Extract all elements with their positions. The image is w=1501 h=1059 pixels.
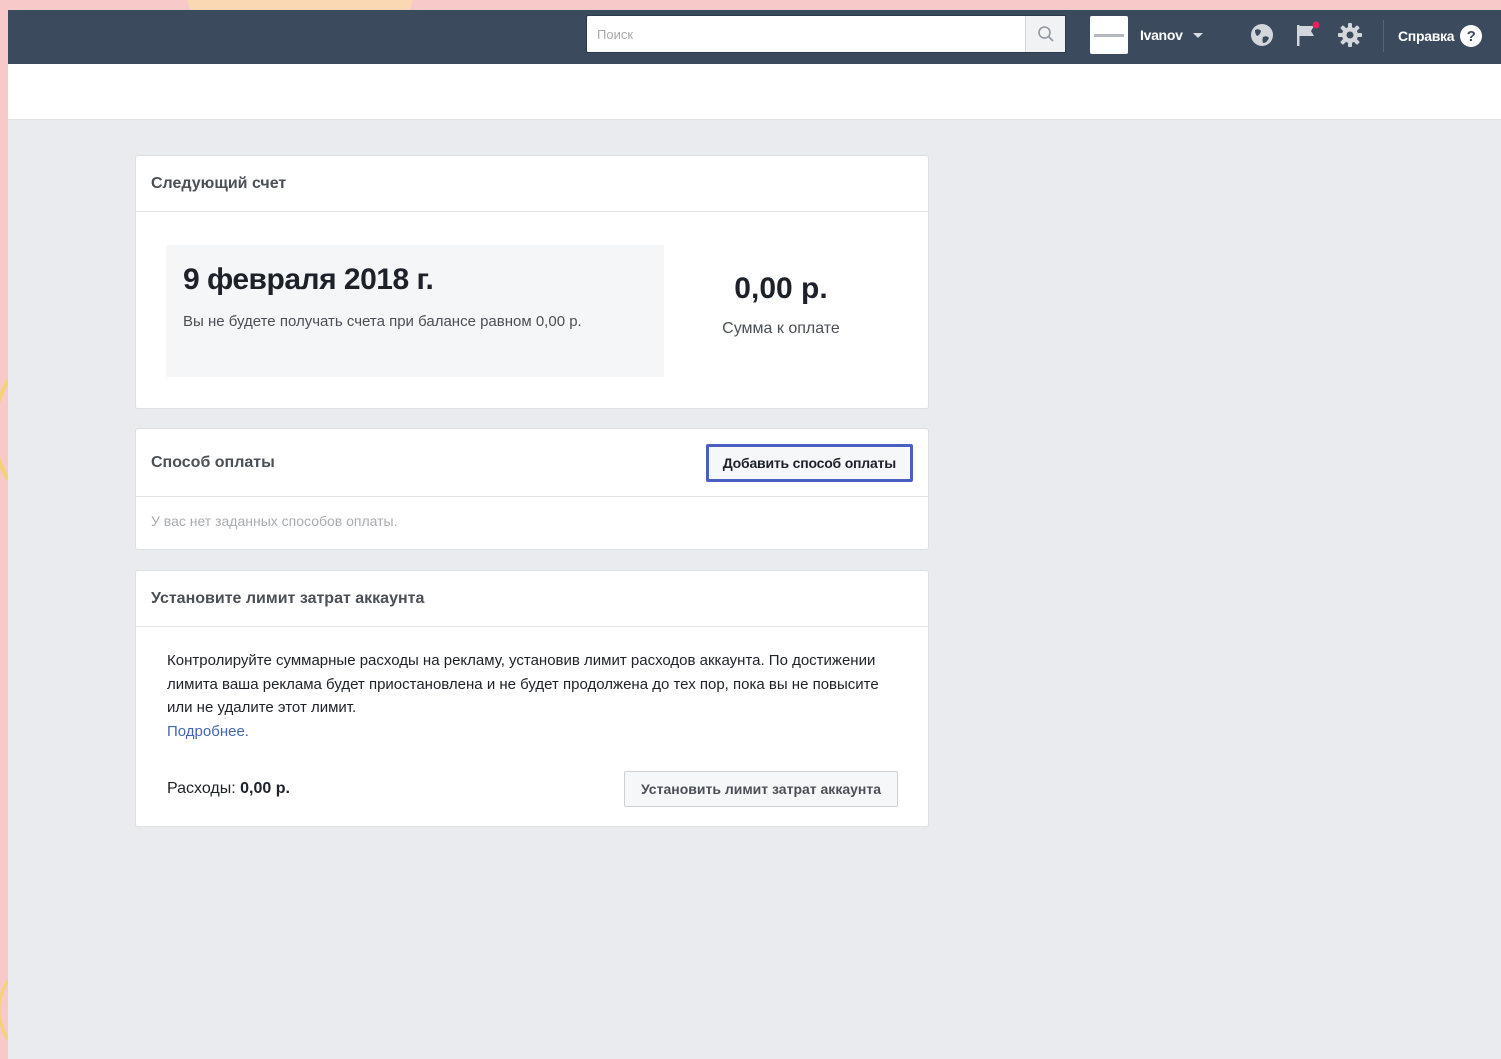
avatar-logo: [1094, 33, 1124, 37]
account-avatar: [1090, 16, 1128, 54]
limit-description-block: Контролируйте суммарные расходы на рекла…: [167, 649, 897, 743]
amount-due-panel: 0,00 р. Сумма к оплате: [676, 272, 886, 338]
user-name: Ivanov: [1140, 27, 1183, 43]
payment-empty-text: У вас нет заданных способов оплаты.: [151, 513, 398, 529]
flag-icon: [1297, 21, 1320, 46]
card-header: Установите лимит затрат аккаунта: [136, 571, 928, 627]
search-icon: [1037, 26, 1054, 42]
spend-line: Расходы: 0,00 р.: [167, 780, 290, 798]
spend-value: 0,00 р.: [240, 780, 290, 797]
globe-icon: [1251, 24, 1273, 46]
limit-body: Контролируйте суммарные расходы на рекла…: [136, 627, 928, 829]
invoice-body: 9 февраля 2018 г. Вы не будете получать …: [136, 212, 928, 408]
ads-manager-screen: Ivanov: [8, 10, 1501, 1059]
globe-button[interactable]: [1245, 18, 1279, 52]
learn-more-link[interactable]: Подробнее.: [167, 723, 249, 740]
help-label: Справка: [1398, 28, 1455, 44]
invoice-note: Вы не будете получать счета при балансе …: [183, 313, 582, 330]
card-header: Способ оплаты Добавить способ оплаты: [136, 429, 928, 497]
notifications-button[interactable]: [1290, 18, 1324, 52]
spend-label: Расходы:: [167, 780, 236, 797]
card-title: Следующий счет: [151, 174, 287, 192]
set-spending-limit-button[interactable]: Установить лимит затрат аккаунта: [623, 771, 898, 807]
spending-limit-card: Установите лимит затрат аккаунта Контрол…: [135, 570, 929, 827]
amount-due-label: Сумма к оплате: [722, 320, 840, 337]
card-header: Следующий счет: [136, 156, 928, 212]
gear-icon: [1338, 23, 1362, 47]
top-navigation-bar: Ivanov: [8, 10, 1501, 64]
payment-method-card: Способ оплаты Добавить способ оплаты У в…: [135, 428, 929, 550]
limit-footer: Расходы: 0,00 р. Установить лимит затрат…: [167, 771, 898, 807]
search-box: [586, 15, 1066, 53]
account-switcher[interactable]: Ivanov: [1090, 15, 1203, 55]
card-title: Способ оплаты: [151, 453, 275, 471]
sub-header-bar: [8, 64, 1501, 120]
search-button[interactable]: [1025, 16, 1065, 52]
add-payment-method-button[interactable]: Добавить способ оплаты: [705, 443, 913, 482]
card-title: Установите лимит затрат аккаунта: [151, 589, 425, 607]
amount-due-value: 0,00 р.: [734, 272, 828, 305]
topbar-divider: [1383, 20, 1384, 52]
chevron-down-icon: [1192, 32, 1203, 38]
invoice-date: 9 февраля 2018 г.: [183, 263, 434, 296]
invoice-date-panel: 9 февраля 2018 г. Вы не будете получать …: [166, 245, 664, 377]
help-button[interactable]: Справка ?: [1398, 20, 1483, 52]
limit-description: Контролируйте суммарные расходы на рекла…: [167, 652, 879, 716]
next-invoice-card: Следующий счет 9 февраля 2018 г. Вы не б…: [135, 155, 929, 409]
help-icon: ?: [1460, 25, 1483, 47]
search-input[interactable]: [587, 16, 1025, 52]
settings-button[interactable]: [1333, 18, 1367, 52]
